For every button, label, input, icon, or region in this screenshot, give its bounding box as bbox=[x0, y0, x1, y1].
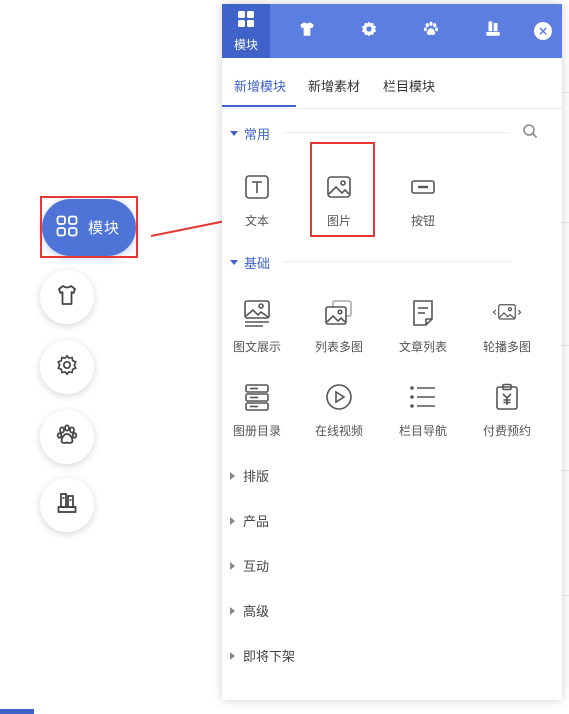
active-tab-underline bbox=[222, 105, 296, 107]
module-item-text[interactable]: 文本 bbox=[222, 172, 292, 229]
module-item-online-video[interactable]: 在线视频 bbox=[304, 382, 374, 439]
module-item-multi-image[interactable]: 列表多图 bbox=[304, 298, 374, 355]
module-item-label: 图册目录 bbox=[232, 424, 281, 438]
section-title: 互动 bbox=[243, 560, 270, 575]
module-item-article-list[interactable]: 文章列表 bbox=[388, 298, 458, 355]
module-panel: 模块 × 新增模块 新增素材 栏目模块 常用 文本 图片 按钮 基础 图文展示 … bbox=[222, 4, 562, 700]
sub-tab-column-module[interactable]: 栏目模块 bbox=[383, 76, 435, 95]
module-item-carousel[interactable]: 轮播多图 bbox=[472, 298, 542, 355]
tab-module-label: 模块 bbox=[233, 37, 258, 52]
module-item-image[interactable]: 图片 bbox=[304, 172, 374, 229]
image-icon bbox=[324, 172, 354, 202]
gear-icon bbox=[360, 20, 378, 42]
text-icon bbox=[242, 172, 272, 202]
section-title: 产品 bbox=[243, 515, 270, 530]
module-item-paid-booking[interactable]: 付费预约 bbox=[472, 382, 542, 439]
section-interaction-toggle[interactable]: 互动 bbox=[230, 556, 269, 575]
shirt-icon bbox=[298, 20, 316, 42]
section-common-title: 常用 bbox=[244, 128, 271, 143]
section-title: 排版 bbox=[243, 470, 270, 485]
section-layout-toggle[interactable]: 排版 bbox=[230, 466, 269, 485]
button-icon bbox=[408, 172, 438, 202]
section-common-toggle[interactable]: 常用 bbox=[230, 124, 270, 143]
module-item-label: 文章列表 bbox=[398, 340, 447, 354]
module-item-label: 在线视频 bbox=[314, 424, 363, 438]
tab-paw[interactable] bbox=[406, 4, 456, 58]
caret-right-icon bbox=[230, 606, 235, 615]
nav-list-icon bbox=[408, 382, 438, 412]
caret-right-icon bbox=[230, 516, 235, 525]
video-play-icon bbox=[324, 382, 354, 412]
sub-tabs: 新增模块 新增素材 栏目模块 bbox=[222, 58, 562, 109]
tab-books[interactable] bbox=[468, 4, 518, 58]
grid-icon bbox=[237, 10, 255, 32]
section-divider bbox=[284, 132, 510, 133]
module-item-label: 图片 bbox=[326, 214, 351, 228]
caret-right-icon bbox=[230, 651, 235, 660]
books-icon bbox=[484, 20, 502, 42]
search-icon[interactable] bbox=[522, 123, 538, 139]
multi-image-icon bbox=[324, 298, 354, 328]
module-item-label: 图文展示 bbox=[232, 340, 281, 354]
module-item-album[interactable]: 图册目录 bbox=[222, 382, 292, 439]
section-product-toggle[interactable]: 产品 bbox=[230, 511, 269, 530]
carousel-icon bbox=[492, 298, 522, 328]
paw-icon bbox=[422, 20, 440, 42]
module-item-label: 列表多图 bbox=[314, 340, 363, 354]
sub-tab-new-module[interactable]: 新增模块 bbox=[234, 76, 286, 95]
module-item-label: 轮播多图 bbox=[482, 340, 531, 354]
section-deprecated-toggle[interactable]: 即将下架 bbox=[230, 646, 295, 665]
caret-down-icon bbox=[230, 131, 238, 136]
tab-theme[interactable] bbox=[282, 4, 332, 58]
tab-module[interactable]: 模块 bbox=[222, 4, 270, 58]
caret-right-icon bbox=[230, 471, 235, 480]
module-item-image-text[interactable]: 图文展示 bbox=[222, 298, 292, 355]
section-title: 即将下架 bbox=[243, 650, 296, 665]
module-item-label: 栏目导航 bbox=[398, 424, 447, 438]
close-button[interactable]: × bbox=[534, 22, 552, 40]
image-text-icon bbox=[242, 298, 272, 328]
paid-booking-icon bbox=[492, 382, 522, 412]
module-item-button[interactable]: 按钮 bbox=[388, 172, 458, 229]
module-item-column-nav[interactable]: 栏目导航 bbox=[388, 382, 458, 439]
section-advanced-toggle[interactable]: 高级 bbox=[230, 601, 269, 620]
module-item-label: 按钮 bbox=[410, 214, 435, 228]
section-basic-toggle[interactable]: 基础 bbox=[230, 253, 270, 272]
section-title: 高级 bbox=[243, 605, 270, 620]
section-basic-title: 基础 bbox=[244, 257, 271, 272]
close-icon: × bbox=[537, 24, 549, 38]
article-list-icon bbox=[408, 298, 438, 328]
album-icon bbox=[242, 382, 272, 412]
module-item-label: 付费预约 bbox=[482, 424, 531, 438]
sub-tab-new-material[interactable]: 新增素材 bbox=[308, 76, 360, 95]
module-item-label: 文本 bbox=[244, 214, 269, 228]
tab-settings[interactable] bbox=[344, 4, 394, 58]
caret-right-icon bbox=[230, 561, 235, 570]
panel-header: 模块 × bbox=[222, 4, 562, 58]
section-divider bbox=[284, 261, 510, 262]
caret-down-icon bbox=[230, 260, 238, 265]
